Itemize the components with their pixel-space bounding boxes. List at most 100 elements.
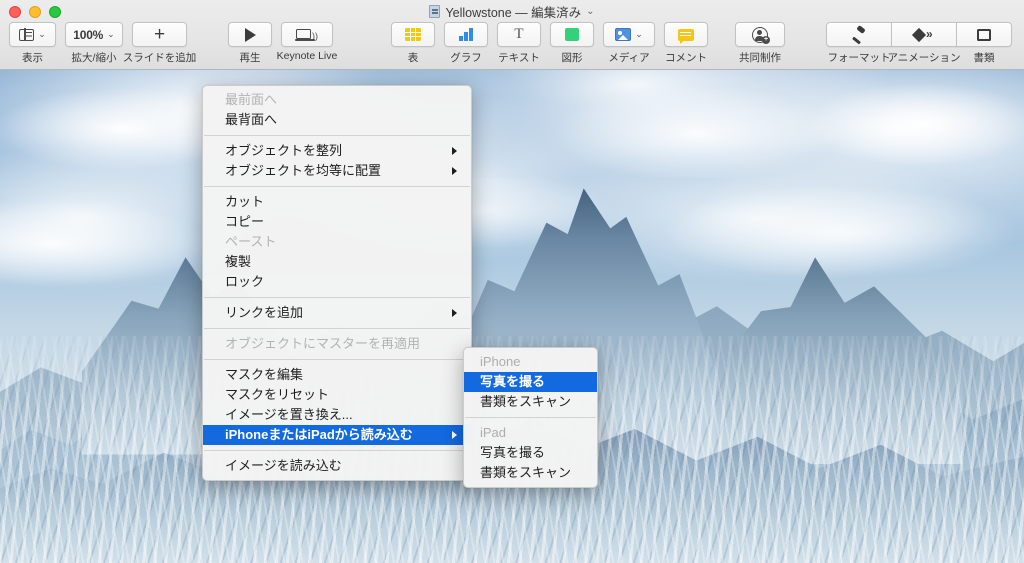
insert-chart-button[interactable]: グラフ: [444, 22, 488, 64]
context-menu-item[interactable]: iPhoneまたはiPadから読み込む: [203, 425, 471, 445]
context-menu-item[interactable]: イメージを読み込む: [203, 456, 471, 476]
shape-icon: [565, 28, 579, 41]
chevron-down-icon[interactable]: ⌄: [586, 6, 594, 17]
add-slide-button[interactable]: + スライドを追加: [123, 22, 196, 64]
collaborate-button[interactable]: + 共同制作: [735, 22, 785, 64]
context-menu-item: オブジェクトにマスターを再適用: [203, 334, 471, 354]
context-menu-item-label: リンクを追加: [225, 305, 304, 320]
toolbar-left-group: ⌄ 表示 100% ⌄ 拡大/縮小 + スライドを追加: [9, 22, 196, 64]
context-menu-item-label: ロック: [225, 274, 265, 289]
context-menu[interactable]: 最前面へ最背面へオブジェクトを整列オブジェクトを均等に配置 カットコピーペースト複…: [202, 85, 472, 481]
context-menu-item-label: マスクを編集: [225, 367, 304, 382]
context-menu-item[interactable]: 複製: [203, 252, 471, 272]
context-menu-item[interactable]: カット: [203, 192, 471, 212]
context-menu-item-label: イメージを読み込む: [225, 458, 342, 473]
toolbar: Yellowstone — 編集済み ⌄ ⌄ 表示 100% ⌄ 拡大/縮小 +…: [0, 0, 1024, 70]
context-menu-item-label: イメージを置き換え...: [225, 407, 353, 422]
submenu-item-label: 写真を撮る: [480, 374, 546, 389]
context-menu-item-label: 最背面へ: [225, 112, 278, 127]
insert-comment-label: コメント: [665, 52, 707, 64]
format-button[interactable]: フォーマット: [826, 22, 892, 64]
insert-shape-button[interactable]: 図形: [550, 22, 594, 64]
context-menu-item[interactable]: オブジェクトを均等に配置: [203, 161, 471, 181]
cloud-layer-lower: [0, 178, 1024, 287]
submenu-arrow-icon: [452, 147, 457, 155]
menu-separator: [204, 297, 470, 298]
toolbar-collab-group: + 共同制作: [735, 22, 785, 64]
menu-separator: [204, 328, 470, 329]
submenu-item-label: 書類をスキャン: [480, 465, 572, 480]
import-device-submenu[interactable]: iPhone 写真を撮る 書類をスキャン iPad 写真を撮る 書類をスキャン: [463, 347, 598, 488]
context-menu-item[interactable]: マスクを編集: [203, 365, 471, 385]
insert-comment-button[interactable]: コメント: [664, 22, 708, 64]
submenu-item-label: 写真を撮る: [480, 445, 546, 460]
keynote-window: Yellowstone — 編集済み ⌄ ⌄ 表示 100% ⌄ 拡大/縮小 +…: [0, 0, 1024, 563]
context-menu-item[interactable]: 最背面へ: [203, 110, 471, 130]
submenu-item[interactable]: 書類をスキャン: [464, 392, 597, 412]
insert-table-label: 表: [407, 52, 419, 64]
context-menu-item-label: ペースト: [225, 234, 277, 249]
context-menu-item-label: マスクをリセット: [225, 387, 330, 402]
play-label: 再生: [239, 52, 261, 64]
keynote-live-icon: )): [294, 28, 318, 42]
insert-media-label: メディア: [608, 52, 650, 64]
context-menu-item-label: iPhoneまたはiPadから読み込む: [225, 427, 413, 442]
submenu-item[interactable]: 書類をスキャン: [464, 463, 597, 483]
zoom-level-button[interactable]: 100% ⌄ 拡大/縮小: [65, 22, 123, 64]
slide-canvas[interactable]: [0, 70, 1024, 563]
context-menu-item[interactable]: コピー: [203, 212, 471, 232]
menu-separator: [204, 450, 470, 451]
context-menu-item-label: カット: [225, 194, 265, 209]
insert-text-label: テキスト: [498, 52, 540, 64]
table-icon: [405, 28, 421, 41]
insert-table-button[interactable]: 表: [391, 22, 435, 64]
submenu-item: iPad: [464, 423, 597, 443]
context-menu-item[interactable]: オブジェクトを整列: [203, 141, 471, 161]
toolbar-right-group: フォーマット » アニメーション 書類: [826, 22, 1012, 64]
document-title-bar[interactable]: Yellowstone — 編集済み ⌄: [0, 3, 1024, 20]
submenu-arrow-icon: [452, 167, 457, 175]
collaborate-label: 共同制作: [739, 52, 781, 64]
keynote-live-button[interactable]: )) Keynote Live: [277, 22, 337, 62]
context-menu-item-label: 複製: [225, 254, 252, 269]
animate-diamond-icon: »: [911, 27, 934, 42]
collaborate-icon: +: [752, 26, 770, 44]
menu-separator: [204, 359, 470, 360]
menu-separator: [204, 186, 470, 187]
page-title: Yellowstone — 編集済み: [445, 6, 582, 20]
context-menu-item[interactable]: リンクを追加: [203, 303, 471, 323]
insert-chart-label: グラフ: [450, 52, 482, 64]
zoom-button-label: 拡大/縮小: [71, 52, 117, 64]
context-menu-item[interactable]: マスクをリセット: [203, 385, 471, 405]
context-menu-item-label: 最前面へ: [225, 92, 278, 107]
document-label: 書類: [973, 52, 995, 64]
submenu-item[interactable]: 写真を撮る: [464, 372, 597, 392]
insert-text-button[interactable]: T テキスト: [497, 22, 541, 64]
submenu-arrow-icon: [452, 309, 457, 317]
text-icon: T: [514, 26, 524, 42]
animate-button[interactable]: » アニメーション: [887, 22, 961, 64]
context-menu-item[interactable]: イメージを置き換え...: [203, 405, 471, 425]
context-menu-item: 最前面へ: [203, 90, 471, 110]
chart-icon: [459, 28, 473, 41]
document-icon: [977, 28, 991, 41]
chevron-down-icon: ⌄: [107, 29, 115, 39]
insert-media-button[interactable]: ⌄ メディア: [603, 22, 655, 64]
submenu-item[interactable]: 写真を撮る: [464, 443, 597, 463]
media-icon: [615, 28, 632, 41]
view-button-label: 表示: [22, 52, 43, 64]
insert-shape-label: 図形: [561, 52, 583, 64]
format-brush-icon: [851, 27, 867, 42]
document-button[interactable]: 書類: [956, 22, 1012, 64]
context-menu-item[interactable]: ロック: [203, 272, 471, 292]
play-button[interactable]: 再生: [228, 22, 272, 64]
animate-label: アニメーション: [887, 52, 961, 64]
menu-separator: [465, 417, 596, 418]
toolbar-insert-group: 表 グラフ T テキスト 図形 ⌄ メディア コメント: [391, 22, 708, 64]
chevron-down-icon: ⌄: [635, 29, 643, 39]
context-menu-item-label: オブジェクトを整列: [225, 143, 343, 158]
view-button[interactable]: ⌄ 表示: [9, 22, 56, 64]
context-menu-item-label: オブジェクトを均等に配置: [225, 163, 382, 178]
context-menu-item-label: コピー: [225, 214, 265, 229]
chevron-down-icon: ⌄: [38, 29, 46, 39]
